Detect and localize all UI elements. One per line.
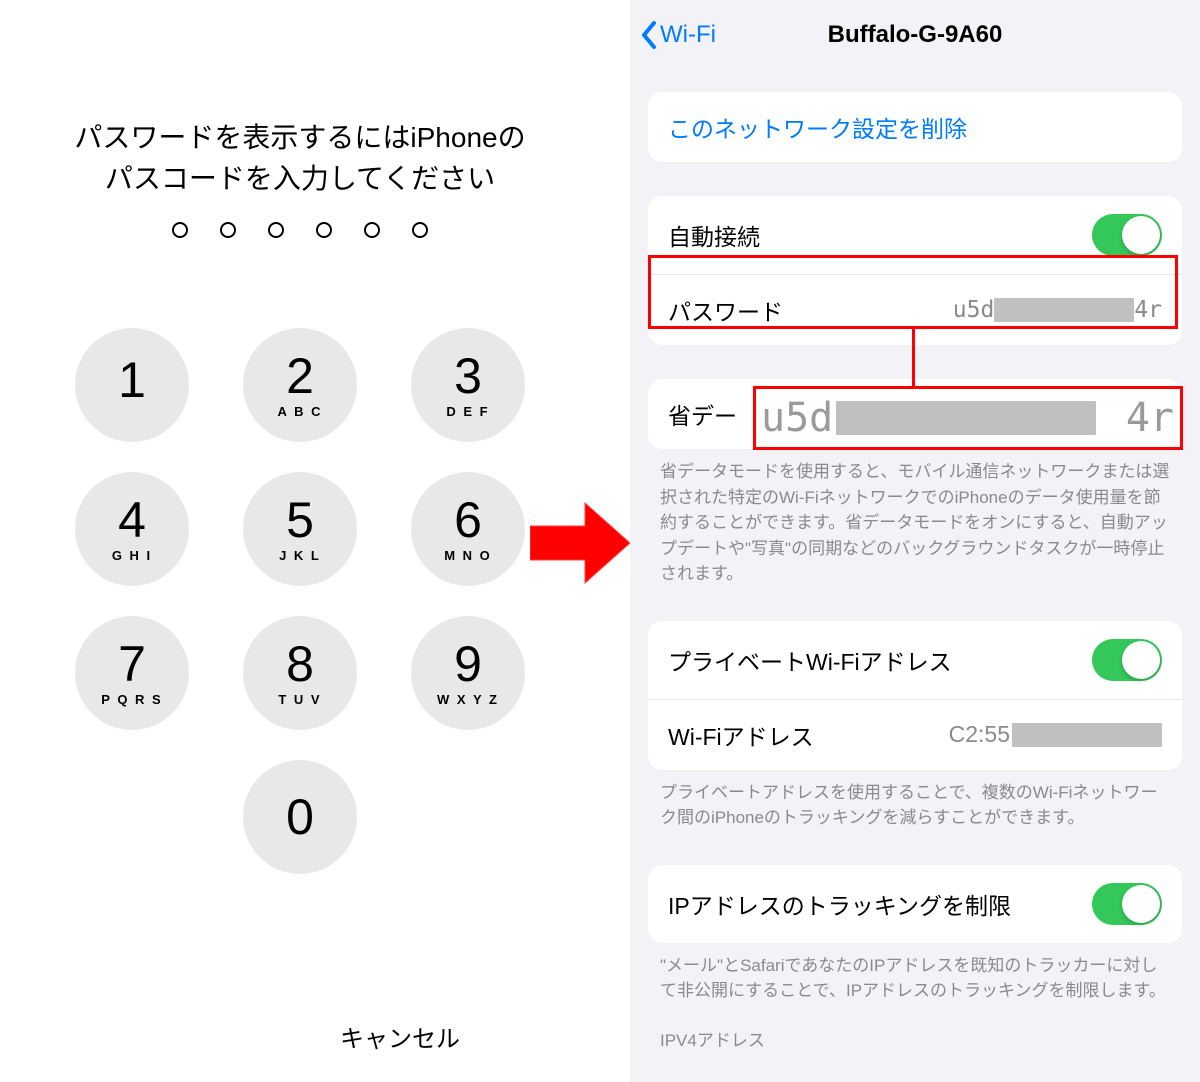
group-forget: このネットワーク設定を削除 [648,92,1182,162]
mask-icon [994,298,1134,322]
password-label: パスワード [668,293,783,327]
wifi-details-screen: Wi-Fi Buffalo-G-9A60 このネットワーク設定を削除 自動接続 … [630,0,1200,1082]
numeric-keypad: 1 2A B C 3D E F 4G H I 5J K L 6M N O 7P … [75,328,525,904]
auto-join-label: 自動接続 [668,218,760,252]
mask-icon [1012,723,1162,747]
password-value: u5d4r [953,297,1162,323]
limit-ip-row: IPアドレスのトラッキングを制限 [648,865,1182,943]
ipv4-section-title: IPV4アドレス [630,1004,1200,1057]
limit-ip-label: IPアドレスのトラッキングを制限 [668,887,1011,921]
keypad-key-7[interactable]: 7P Q R S [75,616,189,730]
mask-icon [836,401,1096,435]
prompt-line1: パスワードを表示するにはiPhoneの [74,122,525,153]
keypad-key-1[interactable]: 1 [75,328,189,442]
cancel-button[interactable]: キャンセル [340,1019,460,1054]
wifi-address-value: C2:55 [949,721,1162,748]
passcode-dot [364,222,380,238]
private-wifi-row: プライベートWi-Fiアドレス [648,621,1182,699]
keypad-key-0[interactable]: 0 [243,760,357,874]
passcode-prompt: パスワードを表示するにはiPhoneの パスコードを入力してください [0,118,600,199]
wifi-address-label: Wi-Fiアドレス [668,718,814,752]
enlarged-password-callout: u5d 4r [755,390,1180,446]
passcode-dot [172,222,188,238]
keypad-key-6[interactable]: 6M N O [411,472,525,586]
group-connection: 自動接続 パスワード u5d4r [648,196,1182,345]
annotation-connector [912,329,915,386]
private-wifi-label: プライベートWi-Fiアドレス [668,643,952,677]
limit-ip-footer: "メール"とSafariであなたのIPアドレスを既知のトラッカーに対して非公開に… [630,943,1200,1004]
passcode-dot [316,222,332,238]
passcode-dot [220,222,236,238]
page-title: Buffalo-G-9A60 [630,21,1200,49]
group-private: プライベートWi-Fiアドレス Wi-Fiアドレス C2:55 [648,621,1182,770]
limit-ip-toggle[interactable] [1092,883,1162,925]
keypad-key-5[interactable]: 5J K L [243,472,357,586]
passcode-dots [0,222,600,238]
private-wifi-footer: プライベートアドレスを使用することで、複数のWi-Fiネットワーク間のiPhon… [630,770,1200,831]
auto-join-toggle[interactable] [1092,214,1162,256]
keypad-key-3[interactable]: 3D E F [411,328,525,442]
passcode-screen: パスワードを表示するにはiPhoneの パスコードを入力してください 1 2A … [0,0,600,1082]
prompt-line2: パスコードを入力してください [105,163,495,194]
wifi-address-row: Wi-Fiアドレス C2:55 [648,699,1182,770]
forget-network-button[interactable]: このネットワーク設定を削除 [648,92,1182,162]
keypad-key-8[interactable]: 8T U V [243,616,357,730]
passcode-dot [268,222,284,238]
keypad-key-2[interactable]: 2A B C [243,328,357,442]
auto-join-row: 自動接続 [648,196,1182,274]
arrow-right-icon [530,498,630,593]
group-limit-ip: IPアドレスのトラッキングを制限 [648,865,1182,943]
keypad-key-9[interactable]: 9W X Y Z [411,616,525,730]
password-row[interactable]: パスワード u5d4r [648,274,1182,345]
keypad-key-4[interactable]: 4G H I [75,472,189,586]
private-wifi-toggle[interactable] [1092,639,1162,681]
low-data-label: 省デー [668,397,737,431]
passcode-dot [412,222,428,238]
low-data-footer: 省データモードを使用すると、モバイル通信ネットワークまたは選択された特定のWi-… [630,449,1200,587]
navbar: Wi-Fi Buffalo-G-9A60 [630,0,1200,70]
